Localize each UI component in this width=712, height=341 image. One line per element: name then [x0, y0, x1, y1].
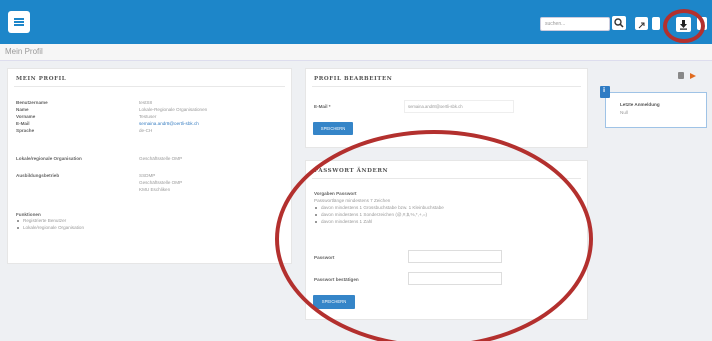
company-value: Geschäftsstelle OMP [139, 180, 183, 185]
functions-label: Funktionen [16, 212, 41, 217]
search-icon[interactable] [612, 16, 626, 30]
title-bar: Mein Profil [0, 44, 712, 61]
firstname-label: Vorname [16, 114, 36, 119]
organisation-label: Lokale/regionale Organisation [16, 156, 82, 161]
language-label: Sprache [16, 128, 35, 133]
company-value: SSDMP [139, 173, 156, 178]
organisation-value: Geschäftsstelle OMP [139, 156, 183, 161]
page-title: Mein Profil [5, 47, 43, 56]
bullet [17, 227, 19, 229]
last-login-value: Null [620, 110, 628, 115]
firstname-value: Testuser [139, 114, 157, 119]
top-bar: suchen... [0, 0, 712, 44]
company-label: Ausbildungsbetrieb [16, 173, 60, 178]
last-login-title: Letzte Anmeldung [620, 102, 660, 107]
divider [312, 86, 581, 87]
play-icon[interactable] [690, 73, 696, 79]
panel-heading: MEIN PROFIL [16, 76, 67, 82]
annotation-circle [663, 9, 705, 43]
username-value: testS8 [139, 100, 153, 105]
email-label: E-Mail [16, 121, 30, 126]
company-value: KMU Eschliken [139, 187, 171, 192]
menu-button[interactable] [8, 11, 30, 33]
function-item: Lokale/regionale Organisation [23, 225, 85, 230]
email-field-label: E-Mail * [314, 104, 331, 109]
annotation-ellipse [275, 130, 593, 341]
last-login-card: Letzte Anmeldung Null [605, 92, 707, 128]
lock-icon [678, 72, 684, 79]
search-input[interactable]: suchen... [540, 17, 610, 31]
email-link[interactable]: semaina.andr8@oertli-sbk.ch [139, 121, 199, 126]
expand-icon[interactable] [635, 17, 648, 30]
function-item: Registrierte Benutzer [23, 218, 67, 223]
divider [14, 86, 285, 87]
save-profile-button[interactable]: SPEICHERN [313, 122, 353, 135]
back-icon[interactable] [652, 17, 660, 30]
email-field[interactable]: semaina.andr8@oertli-sbk.ch [404, 100, 514, 113]
bullet [17, 220, 19, 222]
panel-heading: PROFIL BEARBEITEN [314, 76, 393, 82]
name-value: Lokale-Regionale Organisationen [139, 107, 208, 112]
profile-panel: MEIN PROFIL Benutzername testS8 Name Lok… [7, 68, 292, 264]
info-icon: i [600, 86, 610, 98]
language-value: de-CH [139, 128, 153, 133]
email-field-value: semaina.andr8@oertli-sbk.ch [408, 104, 463, 109]
username-label: Benutzername [16, 100, 48, 105]
name-label: Name [16, 107, 29, 112]
menu-icon [14, 18, 24, 26]
